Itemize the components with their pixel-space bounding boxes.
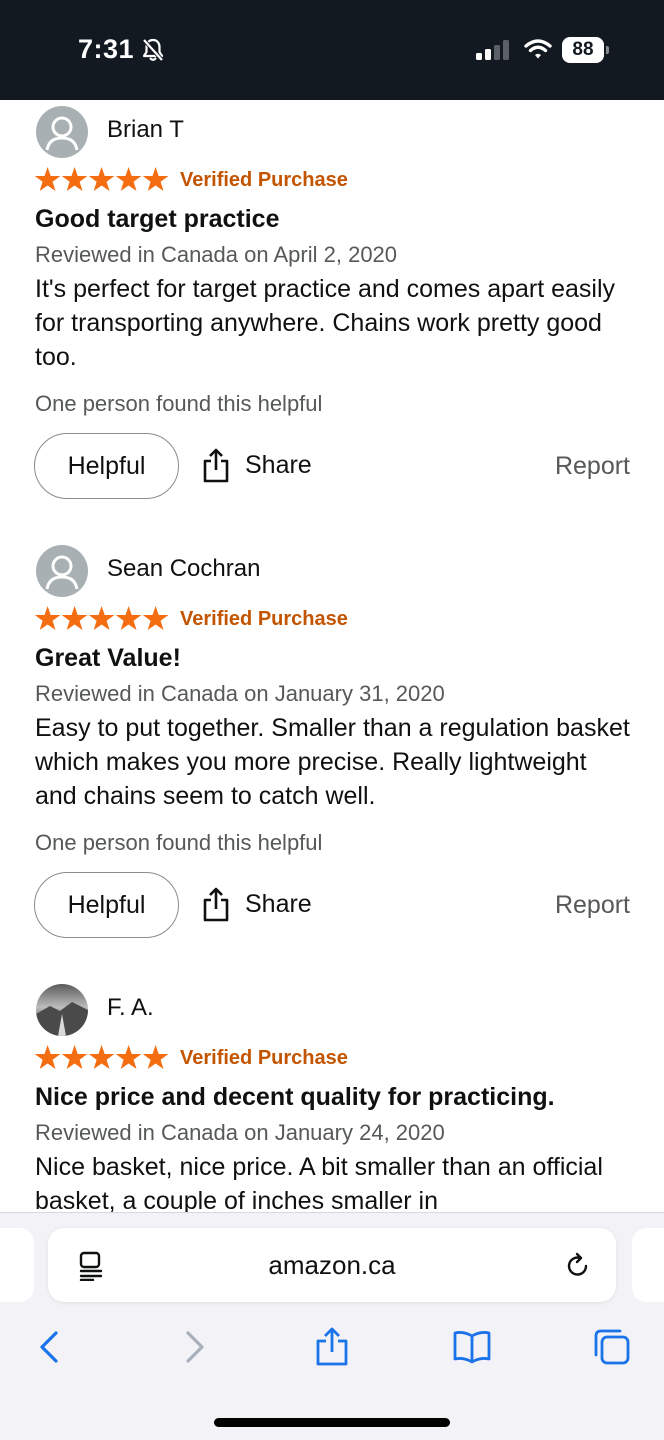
- battery-icon: 88: [562, 37, 610, 63]
- review-item: F. A. Verified Purchase Nice price and d…: [0, 978, 664, 1212]
- star-icon: [115, 167, 142, 191]
- share-icon: [203, 887, 229, 922]
- share-icon[interactable]: [312, 1327, 352, 1367]
- review-title[interactable]: Good target practice: [35, 205, 280, 234]
- star-icon: [115, 1045, 142, 1069]
- share-label: Share: [245, 451, 312, 479]
- review-body: It's perfect for target practice and com…: [35, 275, 616, 371]
- verified-purchase-badge: Verified Purchase: [180, 1047, 348, 1069]
- back-icon[interactable]: [30, 1327, 70, 1367]
- star-icon: [115, 606, 142, 630]
- review-title[interactable]: Nice price and decent quality for practi…: [35, 1083, 555, 1112]
- share-label: Share: [245, 890, 312, 918]
- star-rating: [34, 167, 169, 191]
- review-body: Nice basket, nice price. A bit smaller t…: [35, 1153, 603, 1212]
- star-icon: [34, 606, 61, 630]
- star-icon: [88, 606, 115, 630]
- avatar: [36, 106, 88, 158]
- reviews-list: Brian T Verified Purchase Good target pr…: [0, 100, 664, 1212]
- star-icon: [88, 1045, 115, 1069]
- user-silhouette-icon: [45, 555, 79, 590]
- reload-icon[interactable]: [564, 1252, 592, 1280]
- star-icon: [88, 167, 115, 191]
- reviewer-name: Sean Cochran: [107, 555, 261, 582]
- star-icon: [61, 1045, 88, 1069]
- tabs-icon[interactable]: [592, 1327, 632, 1367]
- address-bar[interactable]: amazon.ca: [48, 1228, 616, 1302]
- review-title[interactable]: Great Value!: [35, 644, 181, 673]
- helpful-button[interactable]: Helpful: [34, 433, 179, 499]
- star-icon: [34, 167, 61, 191]
- status-bar: 7:31 88: [0, 0, 664, 100]
- url-text[interactable]: amazon.ca: [48, 1250, 616, 1281]
- cellular-signal-icon: [476, 40, 509, 60]
- star-icon: [61, 167, 88, 191]
- helpful-count: One person found this helpful: [35, 830, 323, 855]
- star-icon: [142, 1045, 169, 1069]
- browser-bottom-bar: amazon.ca: [0, 1212, 664, 1440]
- review-date: Reviewed in Canada on January 31, 2020: [35, 681, 445, 706]
- avatar: [36, 545, 88, 597]
- landscape-photo-icon: [36, 1002, 88, 1036]
- avatar: [36, 984, 88, 1036]
- previous-tab-peek[interactable]: [0, 1228, 34, 1302]
- reviewer-name: Brian T: [107, 116, 184, 143]
- next-tab-peek[interactable]: [632, 1228, 664, 1302]
- user-silhouette-icon: [45, 116, 79, 151]
- battery-level: 88: [572, 39, 594, 60]
- review-item: Brian T Verified Purchase Good target pr…: [0, 100, 664, 539]
- verified-purchase-badge: Verified Purchase: [180, 608, 348, 630]
- review-body: Easy to put together. Smaller than a reg…: [35, 714, 630, 810]
- review-date: Reviewed in Canada on April 2, 2020: [35, 242, 398, 267]
- report-link[interactable]: Report: [555, 891, 630, 920]
- review-date: Reviewed in Canada on January 24, 2020: [35, 1120, 445, 1145]
- bookmarks-icon[interactable]: [452, 1327, 492, 1367]
- review-item: Sean Cochran Verified Purchase Great Val…: [0, 539, 664, 978]
- reviewer-name: F. A.: [107, 994, 154, 1021]
- star-icon: [61, 606, 88, 630]
- star-rating: [34, 606, 169, 630]
- star-icon: [142, 167, 169, 191]
- star-icon: [142, 606, 169, 630]
- helpful-count: One person found this helpful: [35, 391, 323, 416]
- star-icon: [34, 1045, 61, 1069]
- verified-purchase-badge: Verified Purchase: [180, 169, 348, 191]
- report-link[interactable]: Report: [555, 452, 630, 481]
- wifi-icon: [524, 39, 552, 59]
- bell-slash-icon: [142, 38, 164, 62]
- star-rating: [34, 1045, 169, 1069]
- status-time: 7:31: [78, 34, 135, 64]
- forward-icon[interactable]: [174, 1327, 214, 1367]
- share-icon: [203, 448, 229, 483]
- home-indicator: [214, 1418, 450, 1427]
- helpful-button[interactable]: Helpful: [34, 872, 179, 938]
